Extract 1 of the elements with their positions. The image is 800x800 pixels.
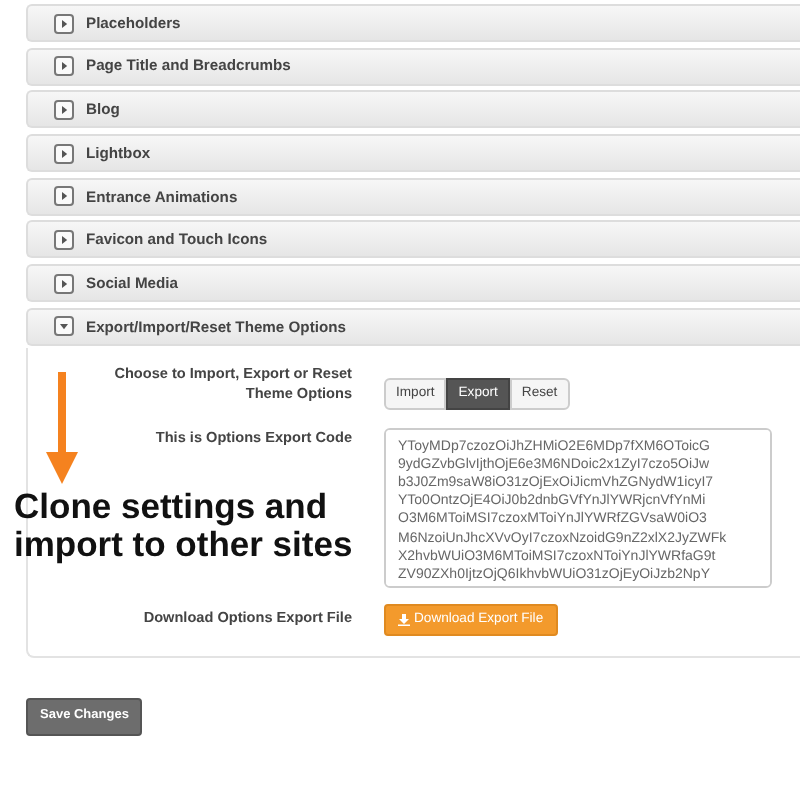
- annotation-text: Clone settings and import to other sites: [14, 488, 355, 564]
